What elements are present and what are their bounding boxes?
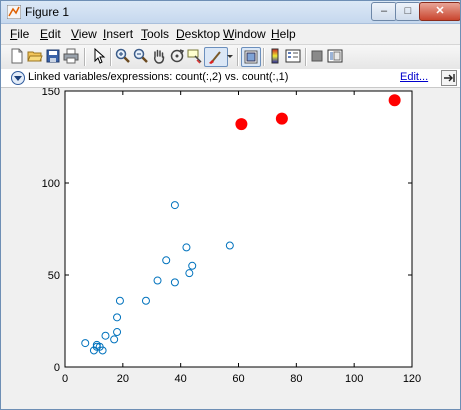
pan-hand-icon[interactable] [151,48,167,64]
menu-help[interactable]: Help [271,27,296,41]
brush-icon [209,51,221,64]
menu-tools[interactable]: Tools [141,27,169,41]
menu-desktop[interactable]: Desktop [176,27,220,41]
figure-canvas: 0 20 40 60 80 100 120 0 50 100 150 [2,88,460,408]
hide-plot-tools-icon[interactable] [309,48,325,64]
data-cursor-icon[interactable] [187,48,203,64]
link-plot-icon [244,50,258,64]
menu-bar: File Edit View Insert Tools Desktop Wind… [1,24,460,44]
figure-toolbar [1,44,460,70]
brush-button[interactable] [204,47,228,67]
rotate-3d-icon[interactable] [169,48,185,64]
matlab-figure-icon [7,5,21,19]
print-icon[interactable] [63,48,79,64]
menu-file[interactable]: File [10,27,29,41]
x-tick-label: 20 [117,373,129,385]
scatter-plot[interactable]: 0 20 40 60 80 100 120 0 50 100 150 [2,88,460,408]
arrow-right-icon [444,74,455,82]
menu-insert[interactable]: Insert [103,27,133,41]
figure-window: Figure 1 – □ ✕ File Edit View Insert Too… [0,0,461,410]
menu-edit[interactable]: Edit [40,27,61,41]
toolbar-separator [237,48,239,66]
minimize-button[interactable]: – [371,2,397,21]
toolbar-separator [263,48,265,66]
new-figure-icon[interactable] [9,48,25,64]
menu-view[interactable]: View [71,27,97,41]
highlighted-data-point[interactable] [388,94,401,107]
zoom-out-icon[interactable] [133,48,149,64]
x-tick-label: 100 [345,373,363,385]
title-bar[interactable]: Figure 1 – □ ✕ [1,1,460,24]
legend-icon[interactable] [285,48,301,64]
save-icon[interactable] [45,48,61,64]
close-button[interactable]: ✕ [419,2,460,21]
menu-window[interactable]: Window [223,27,266,41]
x-tick-label: 60 [232,373,244,385]
open-file-icon[interactable] [27,48,43,64]
linked-plot-bar: Linked variables/expressions: count(:,2)… [1,69,460,88]
collapse-toggle-button[interactable] [11,71,25,85]
x-tick-label: 120 [403,373,421,385]
chevron-down-icon [14,76,22,81]
toolbar-separator [84,48,86,66]
highlighted-data-point[interactable] [275,112,288,125]
maximize-button[interactable]: □ [395,2,421,21]
x-tick-label: 80 [290,373,302,385]
highlighted-data-point[interactable] [235,118,248,131]
colorbar-icon[interactable] [267,48,283,64]
pointer-icon[interactable] [91,48,107,64]
x-tick-label: 40 [175,373,187,385]
y-tick-label: 0 [54,362,60,374]
toolbar-separator [110,48,112,66]
y-tick-label: 150 [42,88,60,98]
edit-link[interactable]: Edit... [400,71,428,83]
toolbar-separator [305,48,307,66]
brush-dropdown-icon[interactable] [226,48,234,64]
y-tick-label: 100 [42,178,60,190]
linked-bar-arrow-button[interactable] [441,70,457,86]
x-tick-label: 0 [62,373,68,385]
zoom-in-icon[interactable] [115,48,131,64]
show-plot-tools-icon[interactable] [327,48,343,64]
y-tick-label: 50 [48,270,60,282]
axes-background[interactable] [65,91,412,367]
window-title: Figure 1 [25,5,70,19]
linked-variables-text: Linked variables/expressions: count(:,2)… [28,71,289,83]
link-plot-button[interactable] [241,47,261,67]
